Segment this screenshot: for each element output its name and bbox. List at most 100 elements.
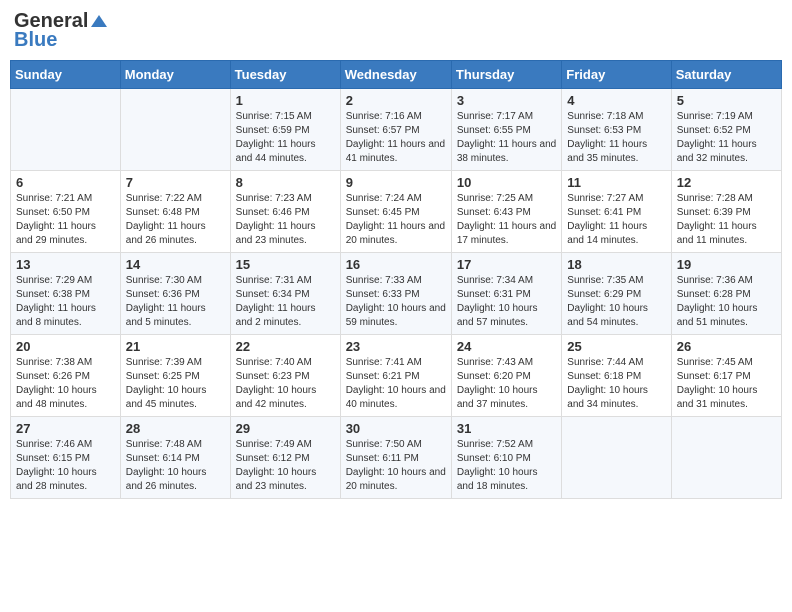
cell-info: Sunrise: 7:29 AMSunset: 6:38 PMDaylight:… — [16, 274, 115, 330]
daylight-text: Daylight: 10 hours and 57 minutes. — [457, 303, 538, 328]
sunset-text: Sunset: 6:29 PM — [567, 289, 641, 300]
calendar-cell: 29Sunrise: 7:49 AMSunset: 6:12 PMDayligh… — [230, 417, 340, 499]
calendar-cell — [11, 89, 121, 171]
sunset-text: Sunset: 6:36 PM — [126, 289, 200, 300]
day-number: 26 — [677, 339, 776, 354]
sunrise-text: Sunrise: 7:27 AM — [567, 193, 643, 204]
sunrise-text: Sunrise: 7:21 AM — [16, 193, 92, 204]
daylight-text: Daylight: 11 hours and 23 minutes. — [236, 221, 316, 246]
sunset-text: Sunset: 6:55 PM — [457, 125, 531, 136]
daylight-text: Daylight: 11 hours and 26 minutes. — [126, 221, 206, 246]
day-number: 21 — [126, 339, 225, 354]
calendar-cell: 30 Sunrise: 7:50 AMSunset: 6:11 PMDayligh… — [340, 417, 451, 499]
calendar-cell: 8Sunrise: 7:23 AMSunset: 6:46 PMDaylight… — [230, 171, 340, 253]
calendar-cell: 5Sunrise: 7:19 AMSunset: 6:52 PMDaylight… — [671, 89, 781, 171]
daylight-text: Daylight: 10 hours and 26 minutes. — [126, 467, 207, 492]
sunset-text: Sunset: 6:45 PM — [346, 207, 420, 218]
day-number: 13 — [16, 257, 115, 272]
sunset-text: Sunset: 6:38 PM — [16, 289, 90, 300]
sunrise-text: Sunrise: 7:36 AM — [677, 275, 753, 286]
daylight-text: Daylight: 10 hours and 20 minutes. — [346, 467, 446, 492]
calendar-cell: 6Sunrise: 7:21 AMSunset: 6:50 PMDaylight… — [11, 171, 121, 253]
daylight-text: Daylight: 10 hours and 23 minutes. — [236, 467, 317, 492]
day-number: 7 — [126, 175, 225, 190]
sunrise-text: Sunrise: 7:19 AM — [677, 111, 753, 122]
day-number: 19 — [677, 257, 776, 272]
day-number: 3 — [457, 93, 556, 108]
sunrise-text: Sunrise: 7:31 AM — [236, 275, 312, 286]
calendar-week-row: 13 Sunrise: 7:29 AM Sunset: 6:38 PM Dayligh… — [11, 253, 782, 335]
logo: General Blue — [14, 10, 108, 52]
calendar-cell: 28Sunrise: 7:48 AMSunset: 6:14 PMDayligh… — [120, 417, 230, 499]
daylight-text: Daylight: 11 hours and 5 minutes. — [126, 303, 206, 328]
calendar-cell: 14Sunrise: 7:30 AMSunset: 6:36 PMDayligh… — [120, 253, 230, 335]
cell-info: Sunrise: 7:23 AMSunset: 6:46 PMDaylight:… — [236, 192, 335, 248]
day-number: 16 — [346, 257, 446, 272]
day-number: 4 — [567, 93, 665, 108]
sunrise-text: Sunrise: 7:39 AM — [126, 357, 202, 368]
day-number: 22 — [236, 339, 335, 354]
cell-info: Sunrise: 7:22 AMSunset: 6:48 PMDaylight:… — [126, 192, 225, 248]
calendar-table: Sunday Monday Tuesday Wednesday Thursday… — [10, 60, 782, 499]
day-number: 20 — [16, 339, 115, 354]
daylight-text: Daylight: 10 hours and 51 minutes. — [677, 303, 758, 328]
day-number: 15 — [236, 257, 335, 272]
calendar-cell: 12Sunrise: 7:28 AMSunset: 6:39 PMDayligh… — [671, 171, 781, 253]
col-thursday: Thursday — [451, 61, 561, 89]
calendar-week-row: 6Sunrise: 7:21 AMSunset: 6:50 PMDaylight… — [11, 171, 782, 253]
cell-info: Sunrise: 7:39 AMSunset: 6:25 PMDaylight:… — [126, 356, 225, 412]
sunrise-text: Sunrise: 7:35 AM — [567, 275, 643, 286]
sunrise-text: Sunrise: 7:28 AM — [677, 193, 753, 204]
sunrise-text: Sunrise: 7:34 AM — [457, 275, 533, 286]
day-number: 27 — [16, 421, 115, 436]
calendar-cell — [562, 417, 671, 499]
daylight-text: Daylight: 10 hours and 59 minutes. — [346, 303, 446, 328]
sunset-text: Sunset: 6:33 PM — [346, 289, 420, 300]
daylight-text: Daylight: 11 hours and 41 minutes. — [346, 139, 445, 164]
cell-info: Sunrise: 7:34 AMSunset: 6:31 PMDaylight:… — [457, 274, 556, 330]
calendar-cell: 17Sunrise: 7:34 AMSunset: 6:31 PMDayligh… — [451, 253, 561, 335]
sunset-text: Sunset: 6:26 PM — [16, 371, 90, 382]
calendar-cell: 25Sunrise: 7:44 AMSunset: 6:18 PMDayligh… — [562, 335, 671, 417]
day-number: 1 — [236, 93, 335, 108]
sunrise-text: Sunrise: 7:17 AM — [457, 111, 533, 122]
day-number: 30 — [346, 421, 446, 436]
sunset-text: Sunset: 6:52 PM — [677, 125, 751, 136]
cell-info: Sunrise: 7:50 AMSunset: 6:11 PMDaylight:… — [346, 438, 446, 494]
calendar-cell: 4Sunrise: 7:18 AMSunset: 6:53 PMDaylight… — [562, 89, 671, 171]
day-number: 9 — [346, 175, 446, 190]
sunset-text: Sunset: 6:57 PM — [346, 125, 420, 136]
day-number: 6 — [16, 175, 115, 190]
daylight-text: Daylight: 10 hours and 28 minutes. — [16, 467, 97, 492]
sunset-text: Sunset: 6:20 PM — [457, 371, 531, 382]
sunrise-text: Sunrise: 7:29 AM — [16, 275, 92, 286]
cell-info: Sunrise: 7:43 AMSunset: 6:20 PMDaylight:… — [457, 356, 556, 412]
day-number: 14 — [126, 257, 225, 272]
sunrise-text: Sunrise: 7:22 AM — [126, 193, 202, 204]
sunrise-text: Sunrise: 7:49 AM — [236, 439, 312, 450]
day-number: 31 — [457, 421, 556, 436]
sunrise-text: Sunrise: 7:48 AM — [126, 439, 202, 450]
sunrise-text: Sunrise: 7:24 AM — [346, 193, 422, 204]
daylight-text: Daylight: 11 hours and 35 minutes. — [567, 139, 647, 164]
calendar-week-row: 20Sunrise: 7:38 AMSunset: 6:26 PMDayligh… — [11, 335, 782, 417]
cell-info: Sunrise: 7:28 AMSunset: 6:39 PMDaylight:… — [677, 192, 776, 248]
calendar-cell: 13Sunrise: 7:29 AMSunset: 6:38 PMDayligh… — [11, 253, 121, 335]
sunset-text: Sunset: 6:39 PM — [677, 207, 751, 218]
day-number: 25 — [567, 339, 665, 354]
day-number: 24 — [457, 339, 556, 354]
calendar-cell: 18Sunrise: 7:35 AMSunset: 6:29 PMDayligh… — [562, 253, 671, 335]
day-number: 23 — [346, 339, 446, 354]
daylight-text: Daylight: 11 hours and 17 minutes. — [457, 221, 556, 246]
daylight-text: Daylight: 10 hours and 45 minutes. — [126, 385, 207, 410]
sunset-text: Sunset: 6:18 PM — [567, 371, 641, 382]
calendar-cell: 26Sunrise: 7:45 AMSunset: 6:17 PMDayligh… — [671, 335, 781, 417]
day-number: 2 — [346, 93, 446, 108]
sunset-text: Sunset: 6:15 PM — [16, 453, 90, 464]
sunrise-text: Sunrise: 7:25 AM — [457, 193, 533, 204]
sunrise-text: Sunrise: 7:15 AM — [236, 111, 312, 122]
sunrise-text: Sunrise: 7:16 AM — [346, 111, 422, 122]
daylight-text: Daylight: 10 hours and 34 minutes. — [567, 385, 648, 410]
day-number: 28 — [126, 421, 225, 436]
calendar-cell: 19Sunrise: 7:36 AMSunset: 6:28 PMDayligh… — [671, 253, 781, 335]
